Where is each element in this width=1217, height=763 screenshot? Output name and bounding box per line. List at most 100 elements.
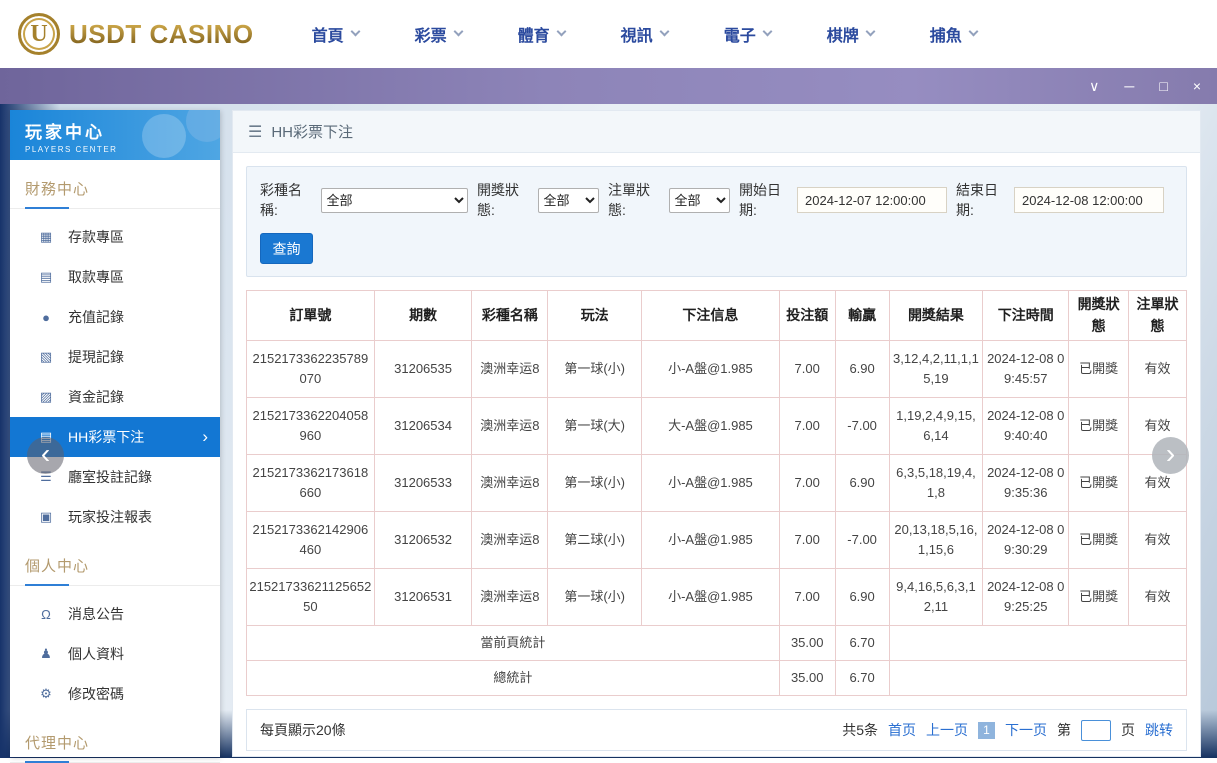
filter-row: 彩種名稱:全部開獎狀態:全部注單狀態:全部開始日期:結束日期: [260,180,1173,220]
page-jump-input[interactable] [1081,720,1111,741]
sidebar-item-profile[interactable]: ♟ 個人資料 [10,634,220,674]
sidebar-header: 玩家中心 PLAYERS CENTER [10,110,220,160]
summary-label: 總統計 [247,661,780,696]
column-header: 輸贏 [835,291,889,341]
bets-table: 訂單號期數彩種名稱玩法下注信息投注額輸贏開獎結果下注時間開獎狀態注單狀態2152… [246,290,1187,696]
carousel-right-arrow[interactable]: › [1152,437,1189,474]
filter-draw-status: 開獎狀態:全部 [477,180,599,220]
nav-item-home[interactable]: 首頁 [312,22,359,46]
carousel-left-arrow[interactable]: ‹ [27,437,64,474]
summary-bet-total: 35.00 [779,626,835,661]
table-cell: 6.90 [835,569,889,626]
sidebar-item-player-bet-report[interactable]: ▣玩家投注報表 [10,497,220,537]
table-cell: 31206532 [374,512,472,569]
window-titlebar: ∨ ─ □ × [0,68,1217,104]
table-cell: 31206531 [374,569,472,626]
first-page-link[interactable]: 首页 [888,720,916,740]
sidebar-section-title: 代理中心 [10,724,220,763]
site-logo[interactable]: U USDT CASINO [18,13,254,55]
menu-icon[interactable]: ☰ [248,122,262,142]
sidebar-item-fund-records[interactable]: ▨資金記錄 [10,377,220,417]
total-count-label: 共5条 [842,720,878,740]
nav-item-sports[interactable]: 體育 [518,22,565,46]
sidebar-item-withdraw-records[interactable]: ▧提現記錄 [10,337,220,377]
table-cell: 6.90 [835,455,889,512]
chevron-down-icon [865,27,875,37]
sidebar-item-deposit-zone[interactable]: ▦存款專區 [10,217,220,257]
nav-item-label: 首頁 [312,22,344,46]
jump-button[interactable]: 跳转 [1145,720,1173,740]
column-header: 下注時間 [983,291,1069,341]
sidebar-item-change-password[interactable]: ⚙修改密碼 [10,674,220,714]
nav-item-fishing[interactable]: 捕魚 [930,22,977,46]
table-cell: 20,13,18,5,16,1,15,6 [889,512,983,569]
lottery-name-select[interactable]: 全部 [321,188,468,213]
jump-prefix-label: 第 [1057,720,1071,740]
maximize-button[interactable]: □ [1159,79,1167,93]
sidebar-item-recharge-records[interactable]: ●充值記錄 [10,297,220,337]
table-cell: 2152173362142906460 [247,512,375,569]
close-button[interactable]: × [1193,79,1201,93]
table-cell: 澳洲幸运8 [472,455,548,512]
column-header: 訂單號 [247,291,375,341]
table-cell: 6.90 [835,341,889,398]
nav-item-label: 彩票 [415,22,447,46]
sidebar-item-label: 玩家投注報表 [68,507,152,527]
withdraw-money-icon: ▤ [38,269,54,285]
filter-order-status: 注單狀態:全部 [608,180,730,220]
logo-text: USDT CASINO [69,19,254,50]
table-cell: 小-A盤@1.985 [642,569,780,626]
order-status-select[interactable]: 全部 [669,188,730,213]
table-cell: 小-A盤@1.985 [642,512,780,569]
table-cell: 第二球(小) [548,512,642,569]
cashout-record-icon: ▧ [38,349,54,365]
collapse-button[interactable]: ∨ [1089,79,1099,93]
sidebar-item-label: 資金記錄 [68,387,124,407]
nav-item-video[interactable]: 視訊 [621,22,668,46]
bell-icon: Ω [38,607,54,622]
sidebar-item-label: HH彩票下注 [68,427,144,447]
table-cell: 澳洲幸运8 [472,569,548,626]
filter-label: 注單狀態: [608,180,666,220]
logo-coin-icon: U [18,13,60,55]
draw-status-select[interactable]: 全部 [538,188,599,213]
table-cell: 有效 [1129,569,1187,626]
sidebar-item-label: 充值記錄 [68,307,124,327]
end-date-input[interactable] [1014,187,1164,213]
pagination-controls: 共5条 首页 上一页 1 下一页 第 页 跳转 [842,720,1173,741]
table-cell: 7.00 [779,341,835,398]
prev-page-link[interactable]: 上一页 [926,720,968,740]
sidebar-item-withdraw-zone[interactable]: ▤取款專區 [10,257,220,297]
sidebar-section: 個人中心Ω消息公告♟個人資料⚙修改密碼 [10,547,220,714]
filter-label: 開始日期: [739,180,794,220]
sidebar-item-announcements[interactable]: Ω消息公告 [10,594,220,634]
nav-item-slots[interactable]: 電子 [724,22,771,46]
minimize-button[interactable]: ─ [1124,79,1134,93]
table-cell: 2024-12-08 09:40:40 [983,398,1069,455]
chevron-down-icon [556,27,566,37]
summary-empty-cell [889,661,1186,696]
sidebar-item-label: 個人資料 [68,644,124,664]
nav-item-cards[interactable]: 棋牌 [827,22,874,46]
table-cell: 6,3,5,18,19,4,1,8 [889,455,983,512]
sidebar-item-label: 廳室投註記錄 [68,467,152,487]
table-cell: 已開獎 [1069,455,1129,512]
current-page-indicator[interactable]: 1 [978,722,995,739]
nav-item-lottery[interactable]: 彩票 [415,22,462,46]
table-row: 215217336211256525031206531澳洲幸运8第一球(小)小-… [247,569,1187,626]
sidebar-section: 財務中心▦存款專區▤取款專區●充值記錄▧提現記錄▨資金記錄▤HH彩票下注›☰廳室… [10,170,220,537]
table-cell: 31206534 [374,398,472,455]
column-header: 玩法 [548,291,642,341]
summary-winloss-total: 6.70 [835,626,889,661]
window-controls: ∨ ─ □ × [1089,79,1217,93]
query-button[interactable]: 查詢 [260,233,313,264]
next-page-link[interactable]: 下一页 [1005,720,1047,740]
start-date-input[interactable] [797,187,947,213]
user-icon: ♟ [38,646,54,662]
table-cell: 31206535 [374,341,472,398]
chevron-right-icon: › [202,427,208,447]
column-header: 注單狀態 [1129,291,1187,341]
table-cell: 已開獎 [1069,512,1129,569]
table-cell: 有效 [1129,341,1187,398]
logo-letter: U [30,21,47,48]
